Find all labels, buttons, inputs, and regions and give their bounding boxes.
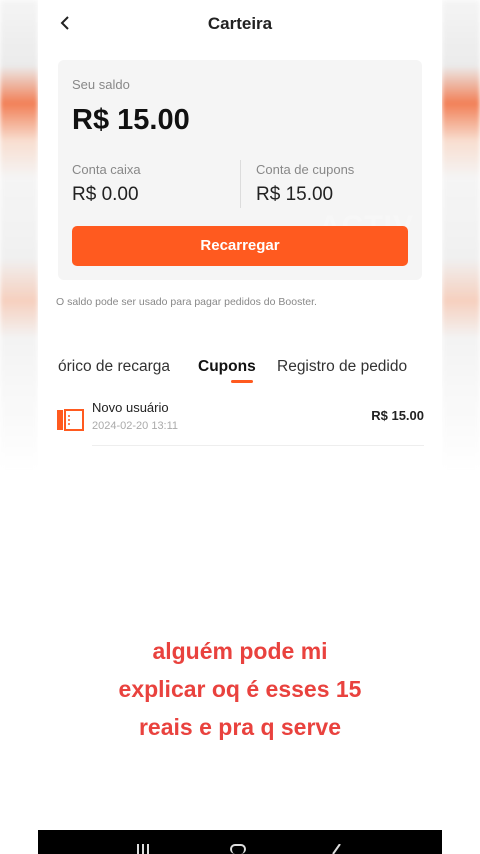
top-bar: Carteira <box>38 0 442 48</box>
tab-bar: órico de recarga Cupons Registro de pedi… <box>58 356 442 386</box>
coupon-ticket-icon <box>57 409 84 431</box>
cash-account-label: Conta caixa <box>72 162 141 177</box>
system-nav-bar <box>38 830 442 854</box>
coupon-amount: R$ 15.00 <box>371 408 424 423</box>
cash-account-value: R$ 0.00 <box>72 184 139 205</box>
active-tab-indicator <box>231 380 253 383</box>
background-blur-left <box>0 0 38 470</box>
recent-apps-icon[interactable] <box>136 844 150 854</box>
balance-value: R$ 15.00 <box>72 104 190 136</box>
tab-order-history[interactable]: Registro de pedido <box>277 358 407 376</box>
caption-line-1: alguém pode mi <box>152 638 328 664</box>
row-divider <box>92 445 424 446</box>
background-blur-right <box>442 0 480 470</box>
balance-card: ACTIV Seu saldo R$ 15.00 Conta caixa R$ … <box>58 60 422 280</box>
balance-note: O saldo pode ser usado para pagar pedido… <box>56 296 317 308</box>
coupon-title: Novo usuário <box>92 400 169 415</box>
overlay-caption: alguém pode mi explicar oq é esses 15 re… <box>0 632 480 746</box>
caption-line-3: reais e pra q serve <box>138 714 342 740</box>
back-icon[interactable] <box>330 844 342 854</box>
coupon-account-value: R$ 15.00 <box>256 184 334 205</box>
caption-line-2: explicar oq é esses 15 <box>118 676 362 702</box>
page-title: Carteira <box>207 14 273 33</box>
coupon-account-label: Conta de cupons <box>256 162 355 177</box>
wallet-screen: Carteira ACTIV Seu saldo R$ 15.00 Conta … <box>38 0 442 470</box>
coupon-date: 2024-02-20 13:11 <box>92 420 179 432</box>
divider <box>240 160 241 208</box>
tab-recharge-history[interactable]: órico de recarga <box>58 358 170 376</box>
recharge-button[interactable]: Recarregar <box>72 226 408 266</box>
balance-label: Seu saldo <box>72 77 130 92</box>
list-item[interactable]: Novo usuário 2024-02-20 13:11 R$ 15.00 <box>56 396 424 446</box>
home-icon[interactable] <box>230 844 246 854</box>
tab-coupons[interactable]: Cupons <box>198 358 256 376</box>
